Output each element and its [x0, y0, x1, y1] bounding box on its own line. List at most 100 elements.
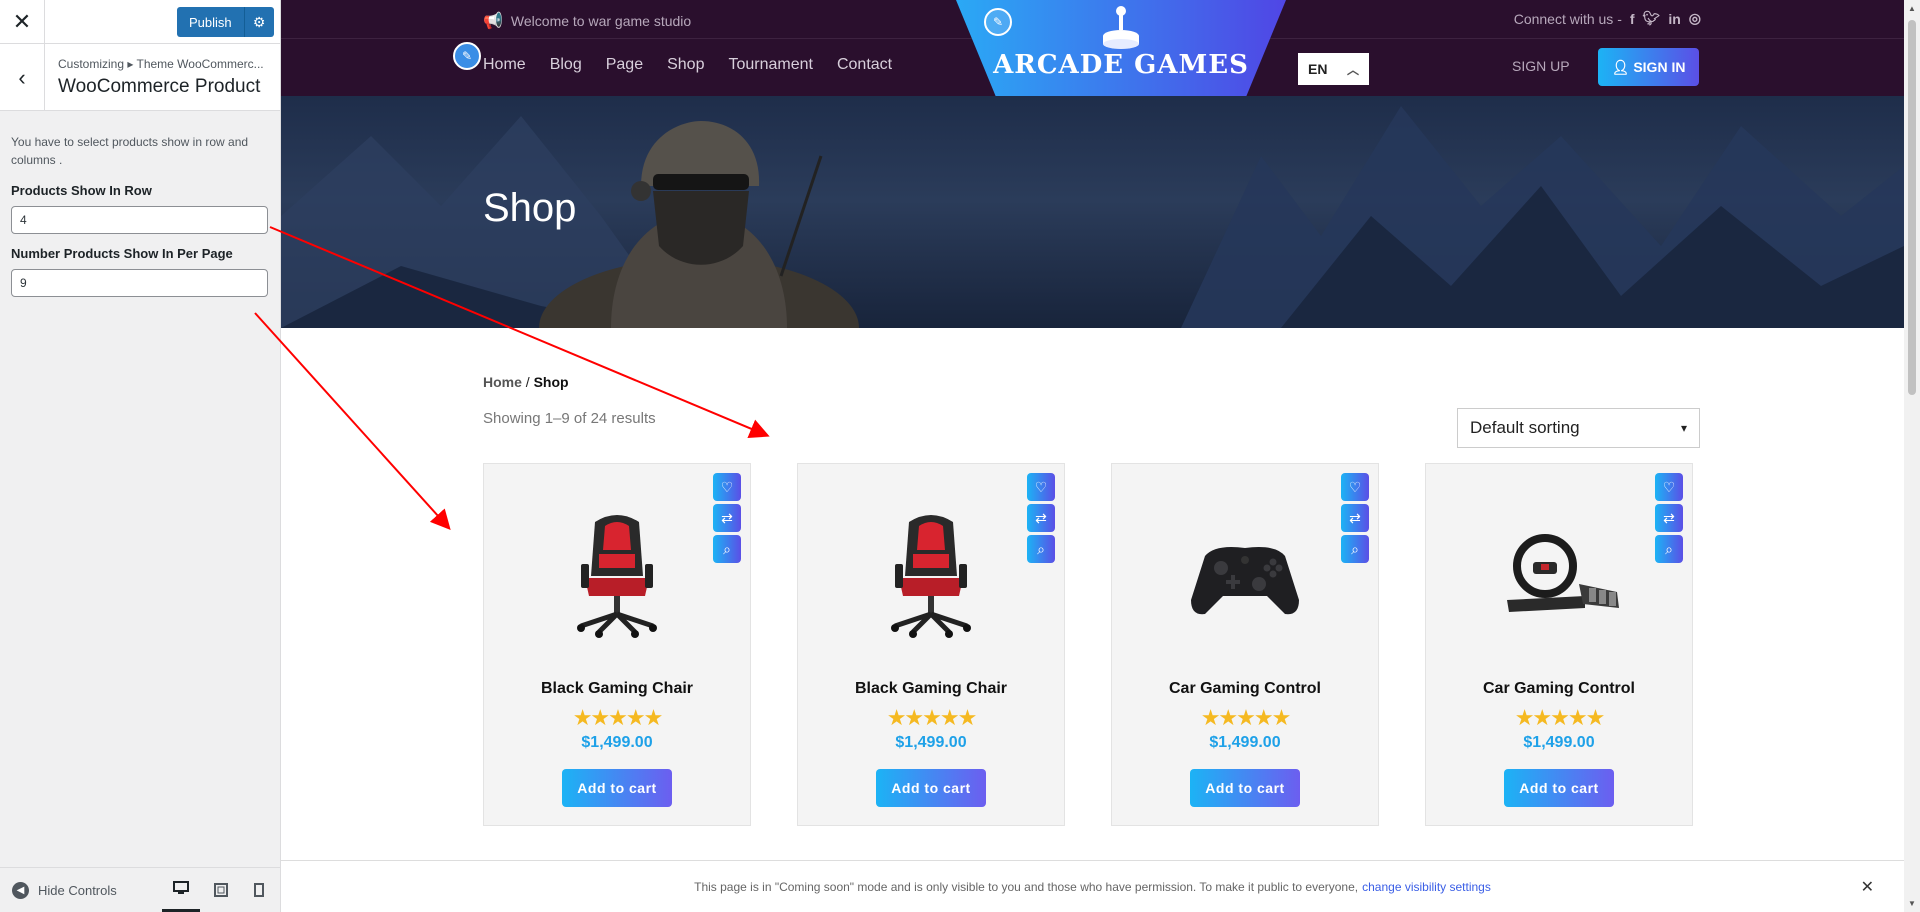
hide-controls-icon[interactable]: ◀ [12, 881, 29, 899]
main-nav: Home Blog Page Shop Tournament Contact [483, 56, 892, 74]
welcome-text: Welcome to war game studio [510, 13, 692, 29]
products-row-input[interactable] [11, 206, 268, 234]
customizer-sidebar: ✕ Publish ⚙ ‹ Customizing ▸ Theme WooCom… [0, 0, 281, 912]
nav-contact[interactable]: Contact [837, 56, 892, 74]
product-name[interactable]: Car Gaming Control [1112, 680, 1378, 698]
site-preview: 📢 Welcome to war game studio Connect wit… [281, 0, 1904, 912]
nav-page[interactable]: Page [606, 56, 643, 74]
language-value: EN [1308, 61, 1328, 77]
compare-icon[interactable]: ⇄ [1341, 504, 1369, 532]
instagram-icon[interactable]: ◎ [1689, 10, 1701, 27]
add-to-cart-button[interactable]: Add to cart [1504, 769, 1614, 807]
back-icon[interactable]: ‹ [0, 44, 45, 111]
breadcrumb: Home / Shop [483, 374, 569, 390]
product-price: $1,499.00 [1523, 734, 1595, 751]
signin-label: SIGN IN [1633, 59, 1686, 75]
chevron-down-icon: ▾ [1680, 421, 1687, 435]
star-rating-icon: ★★★★★ [1200, 705, 1292, 730]
desktop-preview-icon[interactable] [162, 867, 200, 912]
mobile-preview-icon[interactable] [240, 867, 278, 912]
wishlist-icon[interactable]: ♡ [1341, 473, 1369, 501]
nav-shop[interactable]: Shop [667, 56, 704, 74]
site-header: 📢 Welcome to war game studio Connect wit… [281, 0, 1904, 96]
section-description: You have to select products show in row … [11, 135, 249, 167]
breadcrumb-separator: / [521, 374, 534, 390]
chair-image [891, 515, 971, 638]
customizer-footer: ◀ Hide Controls [0, 867, 280, 912]
compare-icon[interactable]: ⇄ [713, 504, 741, 532]
quick-view-icon[interactable]: ⌕ [1027, 535, 1055, 563]
product-card[interactable]: ♡ ⇄ ⌕ Black Gaming Chair ★★★★★ $1,499.00… [483, 463, 751, 826]
wishlist-icon[interactable]: ♡ [1027, 473, 1055, 501]
wishlist-icon[interactable]: ♡ [1655, 473, 1683, 501]
scrollbar[interactable]: ▲ ▼ [1904, 0, 1920, 912]
signup-link[interactable]: SIGN UP [1512, 58, 1570, 74]
facebook-icon[interactable]: f [1630, 11, 1635, 27]
breadcrumb-current: Shop [533, 374, 569, 390]
gear-icon[interactable]: ⚙ [243, 7, 274, 37]
chevron-up-icon: ︿ [1346, 62, 1359, 77]
hide-controls-button[interactable]: Hide Controls [38, 883, 117, 898]
customizer-header: ✕ Publish ⚙ [0, 0, 280, 44]
social-bar: Connect with us - f 🐦︎ in ◎ [1514, 10, 1701, 27]
edit-pencil-icon[interactable]: ✎ [453, 42, 481, 70]
customizer-section-header: ‹ Customizing ▸ Theme WooCommerc... WooC… [0, 44, 280, 111]
product-card[interactable]: ♡ ⇄ ⌕ Car Gaming Control ★★★★★ $1,499.00… [1425, 463, 1693, 826]
product-price: $1,499.00 [1209, 734, 1281, 751]
scroll-down-icon[interactable]: ▼ [1908, 899, 1916, 908]
add-to-cart-button[interactable]: Add to cart [1190, 769, 1300, 807]
notice-text: This page is in "Coming soon" mode and i… [694, 879, 1359, 894]
visibility-settings-link[interactable]: change visibility settings [1362, 880, 1491, 894]
coming-soon-notice: This page is in "Coming soon" mode and i… [281, 860, 1904, 912]
steering-wheel-image [1507, 534, 1619, 612]
product-card[interactable]: ♡ ⇄ ⌕ Car Gaming Control ★★★★★ $1,499.00… [1111, 463, 1379, 826]
twitter-icon[interactable]: 🐦︎ [1643, 10, 1661, 27]
product-price: $1,499.00 [895, 734, 967, 751]
sort-value: Default sorting [1470, 418, 1580, 437]
sort-select[interactable]: Default sorting ▾ [1457, 408, 1700, 448]
add-to-cart-button[interactable]: Add to cart [562, 769, 672, 807]
publish-group: Publish ⚙ [177, 7, 274, 37]
product-price: $1,499.00 [581, 734, 653, 751]
megaphone-icon: 📢 [483, 13, 503, 30]
quick-view-icon[interactable]: ⌕ [1341, 535, 1369, 563]
section-title: WooCommerce Product [58, 76, 261, 97]
joystick-icon [1103, 6, 1139, 49]
language-select[interactable]: EN ︿ [1298, 53, 1369, 85]
connect-text: Connect with us - [1513, 10, 1622, 27]
tablet-preview-icon[interactable] [202, 867, 240, 912]
nav-home[interactable]: Home [483, 56, 526, 74]
chair-image [577, 515, 657, 638]
products-per-page-label: Number Products Show In Per Page [11, 246, 233, 261]
nav-blog[interactable]: Blog [550, 56, 582, 74]
logo-edit-icon[interactable]: ✎ [984, 8, 1012, 36]
linkedin-icon[interactable]: in [1668, 11, 1680, 27]
publish-button[interactable]: Publish [177, 7, 244, 37]
page-title: Shop [483, 186, 577, 230]
star-rating-icon: ★★★★★ [572, 705, 664, 730]
user-icon: 👤︎ [1611, 58, 1630, 75]
results-count: Showing 1–9 of 24 results [483, 410, 656, 427]
nav-tournament[interactable]: Tournament [728, 56, 813, 74]
close-icon[interactable]: ✕ [0, 0, 45, 44]
signin-button[interactable]: 👤︎ SIGN IN [1598, 48, 1699, 86]
compare-icon[interactable]: ⇄ [1655, 504, 1683, 532]
add-to-cart-button[interactable]: Add to cart [876, 769, 986, 807]
customizer-breadcrumb: Customizing ▸ Theme WooCommerc... [58, 57, 264, 71]
product-name[interactable]: Black Gaming Chair [484, 680, 750, 698]
products-per-page-input[interactable] [11, 269, 268, 297]
quick-view-icon[interactable]: ⌕ [713, 535, 741, 563]
quick-view-icon[interactable]: ⌕ [1655, 535, 1683, 563]
star-rating-icon: ★★★★★ [886, 705, 978, 730]
scrollbar-thumb[interactable] [1908, 20, 1916, 395]
product-card[interactable]: ♡ ⇄ ⌕ Black Gaming Chair ★★★★★ $1,499.00… [797, 463, 1065, 826]
compare-icon[interactable]: ⇄ [1027, 504, 1055, 532]
product-name[interactable]: Car Gaming Control [1426, 680, 1692, 698]
breadcrumb-home[interactable]: Home [483, 374, 522, 390]
close-icon[interactable]: ✕ [1861, 877, 1874, 897]
logo-text: ARCADE GAMES [993, 50, 1249, 80]
product-name[interactable]: Black Gaming Chair [798, 680, 1064, 698]
scroll-up-icon[interactable]: ▲ [1908, 4, 1916, 13]
wishlist-icon[interactable]: ♡ [713, 473, 741, 501]
star-rating-icon: ★★★★★ [1514, 705, 1606, 730]
